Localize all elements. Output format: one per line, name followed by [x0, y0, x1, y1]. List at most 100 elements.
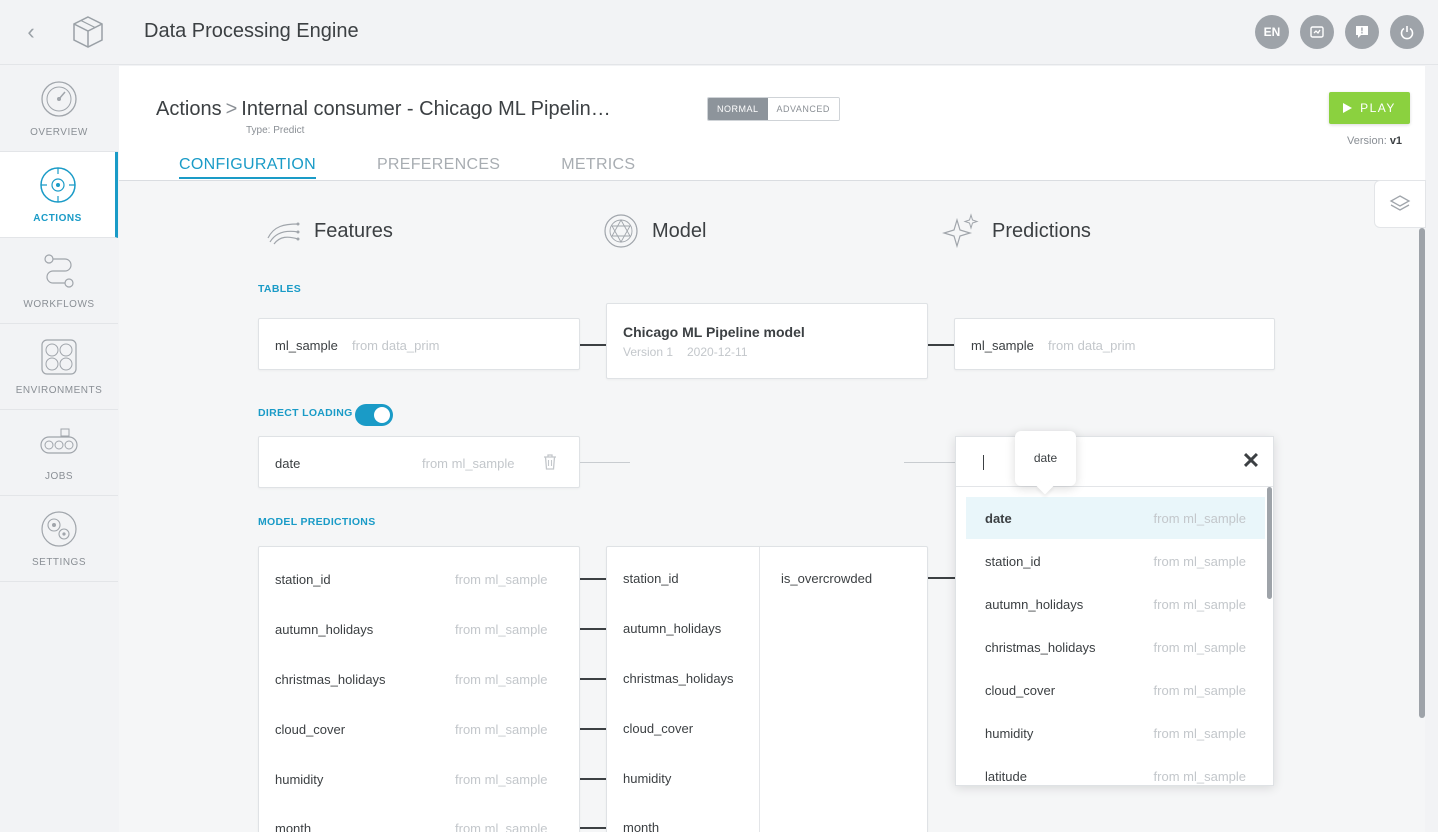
app-title: Data Processing Engine [144, 20, 359, 42]
model-name: Chicago ML Pipeline model [623, 324, 805, 340]
top-bar: ‹ Data Processing Engine EN ! [0, 0, 1438, 65]
features-header: Features [264, 212, 393, 250]
version-label: Version: [1347, 135, 1387, 147]
mode-toggle: NORMAL ADVANCED [707, 97, 840, 121]
chevron-left-icon[interactable]: ‹ [20, 20, 42, 44]
option-source: from ml_sample [1153, 726, 1246, 741]
connector [580, 578, 606, 580]
tooltip: date [1015, 431, 1076, 486]
feature-name: christmas_holidays [275, 672, 386, 687]
input-table-name: ml_sample [275, 338, 338, 353]
connector [580, 728, 606, 730]
sidebar-item-overview[interactable]: OVERVIEW [0, 66, 118, 152]
features-icon [267, 222, 300, 245]
input-table-card[interactable]: ml_sample from data_prim [258, 318, 580, 370]
mode-normal-button[interactable]: NORMAL [708, 98, 768, 120]
option-name: christmas_holidays [985, 640, 1096, 655]
trash-icon[interactable] [543, 454, 557, 470]
dropdown-option[interactable]: latitude from ml_sample [966, 755, 1265, 785]
option-name: cloud_cover [985, 683, 1056, 698]
page-header: Actions > Internal consumer - Chicago ML P… [119, 66, 1425, 181]
model-io-card: station_id autumn_holidays christmas_hol… [606, 546, 928, 832]
breadcrumb: Actions > Internal consumer - Chicago ML P… [156, 98, 611, 121]
page-scrollbar[interactable] [1419, 228, 1425, 718]
language-button[interactable]: EN [1255, 15, 1289, 49]
option-name: autumn_holidays [985, 597, 1084, 612]
gears-icon [41, 511, 77, 547]
feature-name: month [275, 821, 312, 832]
dropdown-option[interactable]: cloud_cover from ml_sample [966, 669, 1265, 711]
tables-label: TABLES [258, 283, 302, 295]
version-info: Version: v1 [1347, 135, 1402, 147]
sidebar-item-settings[interactable]: SETTINGS [0, 496, 118, 582]
dropdown-option[interactable]: humidity from ml_sample [966, 712, 1265, 754]
connector [928, 344, 954, 346]
direct-loading-source: from ml_sample [422, 456, 515, 471]
gauge-icon [41, 81, 77, 117]
features-title: Features [314, 219, 393, 242]
sidebar-item-jobs[interactable]: JOBS [0, 410, 118, 496]
play-icon [1343, 103, 1353, 113]
connector [580, 778, 606, 780]
mode-advanced-button[interactable]: ADVANCED [767, 98, 839, 120]
sidebar-item-label: SETTINGS [31, 557, 86, 568]
tab-configuration[interactable]: CONFIGURATION [179, 156, 316, 179]
connector [580, 628, 606, 630]
workflow-icon [44, 254, 74, 288]
dropdown-option[interactable]: christmas_holidays from ml_sample [966, 626, 1265, 668]
model-icon [604, 214, 638, 248]
sidebar-item-label: OVERVIEW [30, 127, 88, 138]
tooltip-text: date [1033, 451, 1058, 465]
dashboard-icon[interactable] [1300, 15, 1334, 49]
connector [928, 577, 955, 579]
layers-button[interactable] [1374, 180, 1426, 228]
model-card[interactable]: Chicago ML Pipeline model Version 1 2020… [606, 303, 928, 379]
dropdown-option[interactable]: station_id from ml_sample [966, 540, 1265, 582]
layers-icon [1389, 195, 1411, 211]
model-predictions-label: MODEL PREDICTIONS [258, 516, 376, 528]
dropdown-option[interactable]: date from ml_sample [966, 497, 1265, 539]
breadcrumb-root[interactable]: Actions [156, 98, 222, 120]
dropdown-option[interactable]: autumn_holidays from ml_sample [966, 583, 1265, 625]
direct-loading-toggle[interactable] [355, 404, 393, 426]
tab-preferences[interactable]: PREFERENCES [377, 156, 500, 179]
model-header: Model [602, 212, 706, 250]
feature-list-card: station_id from ml_sample autumn_holidays… [258, 546, 580, 832]
column-search-input[interactable]: ✕ [956, 437, 1273, 487]
option-source: from ml_sample [1153, 597, 1246, 612]
sparkles-icon [942, 213, 979, 249]
sidebar-item-label: JOBS [44, 471, 74, 482]
direct-loading-label: DIRECT LOADING [258, 407, 353, 419]
feature-source: from ml_sample [455, 572, 548, 587]
model-input: cloud_cover [623, 721, 694, 736]
model-input: station_id [623, 571, 679, 586]
connector [580, 827, 606, 829]
option-source: from ml_sample [1153, 554, 1246, 569]
sidebar-item-environments[interactable]: ENVIRONMENTS [0, 324, 118, 410]
help-chat-icon[interactable]: ! [1345, 15, 1379, 49]
sidebar-item-actions[interactable]: ACTIONS [0, 152, 118, 238]
sidebar-item-workflows[interactable]: WORKFLOWS [0, 238, 118, 324]
close-icon[interactable]: ✕ [1240, 450, 1262, 472]
column-select-dropdown: ✕ date from ml_sample station_id from ml… [955, 436, 1274, 786]
language-label: EN [1263, 25, 1281, 39]
model-output: is_overcrowded [781, 571, 873, 586]
connector [904, 462, 955, 463]
direct-loading-name: date [275, 456, 301, 471]
power-icon[interactable] [1390, 15, 1424, 49]
svg-text:!: ! [1360, 27, 1364, 36]
model-version: Version 1 [623, 345, 674, 359]
direct-loading-row[interactable]: date from ml_sample [258, 436, 580, 488]
action-type: Type: Predict [246, 125, 304, 136]
predictions-header: Predictions [942, 212, 1091, 250]
play-button[interactable]: PLAY [1329, 92, 1410, 124]
divider [759, 547, 760, 832]
type-value: Predict [273, 125, 305, 136]
dropdown-scrollbar[interactable] [1267, 487, 1272, 599]
tab-metrics[interactable]: METRICS [561, 156, 635, 179]
breadcrumb-separator: > [225, 98, 238, 120]
feature-name: cloud_cover [275, 722, 346, 737]
model-title: Model [652, 219, 707, 242]
output-table-card[interactable]: ml_sample from data_prim [954, 318, 1275, 370]
feature-source: from ml_sample [455, 772, 548, 787]
